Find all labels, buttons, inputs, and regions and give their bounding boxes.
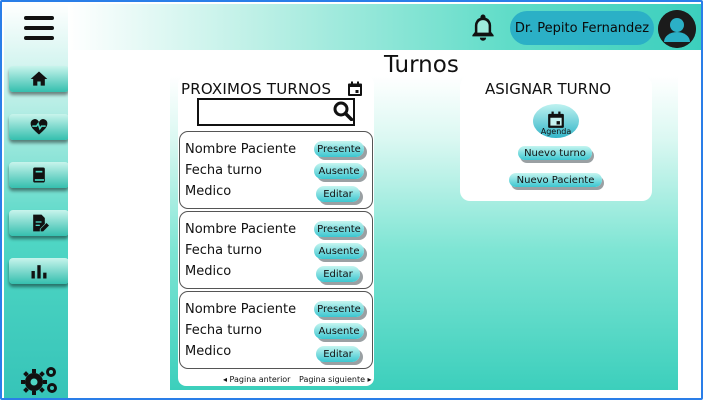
present-button[interactable]: Presente	[314, 141, 364, 157]
calendar-icon	[348, 81, 362, 96]
sidebar-item-edit-document[interactable]	[9, 210, 69, 236]
home-icon	[30, 71, 48, 86]
gears-icon[interactable]	[20, 364, 60, 396]
app-frame: Dr. Pepito Fernandez Turnos PROXIMOS TUR…	[0, 0, 703, 400]
sidebar	[4, 4, 69, 398]
appointment-date: Fecha turno	[185, 323, 262, 338]
sidebar-item-health[interactable]	[9, 114, 69, 140]
new-appointment-button[interactable]: Nuevo turno	[518, 146, 592, 160]
agenda-button[interactable]: Agenda	[533, 104, 579, 138]
menu-icon[interactable]	[24, 16, 54, 42]
edit-button[interactable]: Editar	[316, 346, 360, 362]
appointment-card: Nombre Paciente Fecha turno Medico Prese…	[179, 291, 373, 369]
previous-page-link[interactable]: ◂ Pagina anterior	[223, 375, 290, 384]
user-name-button[interactable]: Dr. Pepito Fernandez	[510, 11, 654, 45]
sidebar-item-home[interactable]	[9, 66, 69, 92]
appointment-date: Fecha turno	[185, 243, 262, 258]
edit-button[interactable]: Editar	[316, 186, 360, 202]
bell-icon[interactable]	[468, 12, 498, 42]
appointment-card: Nombre Paciente Fecha turno Medico Prese…	[179, 211, 373, 289]
upcoming-title: PROXIMOS TURNOS	[181, 80, 332, 98]
doctor-name: Medico	[185, 184, 232, 199]
doctor-name: Medico	[185, 344, 232, 359]
assign-title: ASIGNAR TURNO	[485, 80, 612, 98]
page-title: Turnos	[384, 52, 459, 78]
absent-button[interactable]: Ausente	[314, 163, 364, 179]
appointment-card: Nombre Paciente Fecha turno Medico Prese…	[179, 131, 373, 209]
heart-pulse-icon	[30, 119, 48, 135]
appointment-date: Fecha turno	[185, 163, 262, 178]
bar-chart-icon	[31, 265, 47, 279]
search-icon[interactable]	[333, 101, 353, 121]
document-edit-icon	[33, 214, 49, 232]
patient-name: Nombre Paciente	[185, 142, 297, 157]
new-patient-button[interactable]: Nuevo Paciente	[509, 173, 602, 187]
patient-name: Nombre Paciente	[185, 302, 297, 317]
search-input[interactable]	[197, 98, 355, 126]
present-button[interactable]: Presente	[314, 301, 364, 317]
next-page-link[interactable]: Pagina siguiente ▸	[299, 375, 372, 384]
absent-button[interactable]: Ausente	[314, 243, 364, 259]
patient-name: Nombre Paciente	[185, 222, 297, 237]
user-avatar-icon[interactable]	[658, 10, 696, 48]
book-icon	[33, 167, 45, 183]
present-button[interactable]: Presente	[314, 221, 364, 237]
absent-button[interactable]: Ausente	[314, 323, 364, 339]
doctor-name: Medico	[185, 264, 232, 279]
agenda-label: Agenda	[540, 127, 572, 136]
edit-button[interactable]: Editar	[316, 266, 360, 282]
sidebar-item-records[interactable]	[9, 162, 69, 188]
sidebar-item-stats[interactable]	[9, 258, 69, 284]
